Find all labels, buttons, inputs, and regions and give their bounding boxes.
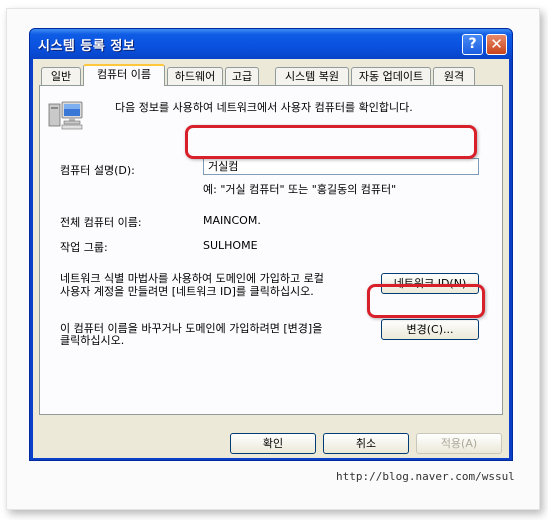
tab-system-restore[interactable]: 시스템 복원 xyxy=(275,67,349,85)
description-label: 컴퓨터 설명(D): xyxy=(60,164,135,177)
tab-hardware[interactable]: 하드웨어 xyxy=(167,67,223,85)
tab-remote[interactable]: 원격 xyxy=(433,67,475,85)
computer-icon xyxy=(48,101,83,130)
rename-text-line2: 클릭하십시오. xyxy=(60,334,125,347)
highlight-change-button xyxy=(367,284,485,318)
apply-button[interactable]: 적용(A) xyxy=(416,433,502,454)
system-properties-window: 시스템 등록 정보 ? ✕ 일반 컴퓨터 이름 하드웨어 고급 시스템 복원 자… xyxy=(29,28,513,461)
close-button[interactable]: ✕ xyxy=(486,34,507,55)
change-button[interactable]: 변경(C)... xyxy=(381,319,479,340)
workgroup-value: SULHOME xyxy=(203,239,258,252)
tab-general[interactable]: 일반 xyxy=(41,67,81,85)
tab-computer-name[interactable]: 컴퓨터 이름 xyxy=(83,64,165,86)
help-button[interactable]: ? xyxy=(462,34,483,55)
highlight-description xyxy=(185,125,477,159)
tab-auto-update[interactable]: 자동 업데이트 xyxy=(351,67,431,85)
title-bar[interactable]: 시스템 등록 정보 ? ✕ xyxy=(30,29,512,59)
intro-text: 다음 정보를 사용하여 네트워크에서 사용자 컴퓨터를 확인합니다. xyxy=(115,101,413,114)
tab-advanced[interactable]: 고급 xyxy=(225,67,259,85)
computer-description-input[interactable]: 거실컴 xyxy=(203,158,479,175)
full-name-label: 전체 컴퓨터 이름: xyxy=(60,216,142,229)
full-name-value: MAINCOM. xyxy=(203,214,261,227)
dialog-client: 일반 컴퓨터 이름 하드웨어 고급 시스템 복원 자동 업데이트 원격 다음 정… xyxy=(33,59,509,458)
window-title: 시스템 등록 정보 xyxy=(38,39,136,54)
description-example: 예: "거실 컴퓨터" 또는 "홍길동의 컴퓨터" xyxy=(203,183,397,196)
network-id-text-line2: 사용자 계정을 만들려면 [네트워크 ID]를 클릭하십시오. xyxy=(60,285,314,298)
blog-watermark: http://blog.naver.com/wssul xyxy=(336,470,515,483)
workgroup-label: 작업 그룹: xyxy=(60,241,108,254)
cancel-button[interactable]: 취소 xyxy=(323,433,409,454)
ok-button[interactable]: 확인 xyxy=(230,433,316,454)
